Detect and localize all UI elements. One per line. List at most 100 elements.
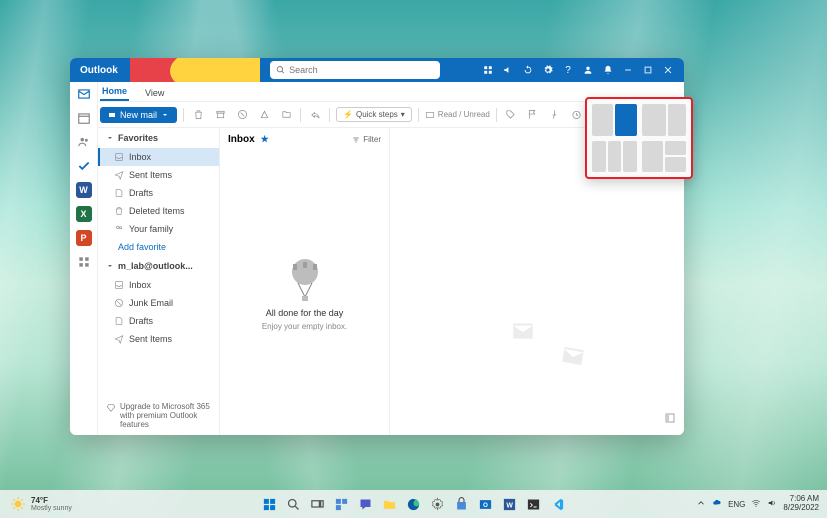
snap-layout-two-thirds[interactable] <box>642 104 687 136</box>
tab-view[interactable]: View <box>143 85 166 101</box>
todo-app-icon[interactable] <box>76 158 92 174</box>
snap-layout-three-columns[interactable] <box>592 141 637 173</box>
snap-layouts-flyout <box>585 97 693 179</box>
snap-layout-quarter[interactable] <box>642 141 687 173</box>
report-button[interactable] <box>234 107 250 123</box>
pin-button[interactable] <box>547 107 563 123</box>
search-box[interactable] <box>270 61 440 79</box>
mail-app-icon[interactable] <box>76 86 92 102</box>
reading-pane-settings-icon[interactable] <box>664 411 676 429</box>
folder-label: Inbox <box>129 280 151 290</box>
svg-text:O: O <box>483 502 488 509</box>
star-icon[interactable]: ★ <box>261 134 269 145</box>
account-folder-junk[interactable]: Junk Email <box>98 294 219 312</box>
file-explorer-icon[interactable] <box>380 494 400 514</box>
quick-steps-button[interactable]: ⚡ Quick steps ▾ <box>336 107 412 122</box>
task-view-icon[interactable] <box>308 494 328 514</box>
start-button[interactable] <box>260 494 280 514</box>
store-icon[interactable] <box>452 494 472 514</box>
folder-nav-pane: Favorites Inbox Sent Items Drafts Delete… <box>98 128 220 435</box>
folder-label: Drafts <box>129 316 153 326</box>
folder-inbox[interactable]: Inbox <box>98 148 219 166</box>
tray-wifi-icon[interactable] <box>751 498 761 510</box>
group-icon <box>114 224 124 234</box>
account-section-header[interactable]: m_lab@outlook... <box>98 256 219 276</box>
sun-icon <box>10 496 26 512</box>
settings-icon[interactable] <box>538 58 558 82</box>
upgrade-text: Upgrade to Microsoft 365 with premium Ou… <box>120 402 215 429</box>
tray-chevron-up-icon[interactable] <box>696 498 706 510</box>
word-app-icon[interactable]: W <box>76 182 92 198</box>
folder-label: Deleted Items <box>129 206 185 216</box>
delete-button[interactable] <box>190 107 206 123</box>
edge-icon[interactable] <box>404 494 424 514</box>
notifications-icon[interactable] <box>598 58 618 82</box>
archive-button[interactable] <box>212 107 228 123</box>
terminal-icon[interactable] <box>524 494 544 514</box>
folder-drafts[interactable]: Drafts <box>98 184 219 202</box>
filter-button[interactable]: Filter <box>352 135 381 144</box>
folder-your-family[interactable]: Your family <box>98 220 219 238</box>
tray-volume-icon[interactable] <box>767 498 777 510</box>
snooze-button[interactable] <box>569 107 585 123</box>
widgets-icon[interactable] <box>332 494 352 514</box>
account-label: m_lab@outlook... <box>118 261 193 271</box>
watermark-envelope-icon <box>558 341 588 371</box>
chat-icon[interactable] <box>356 494 376 514</box>
tray-onedrive-icon[interactable] <box>712 498 722 510</box>
inbox-icon <box>114 280 124 290</box>
help-icon[interactable]: ? <box>558 58 578 82</box>
account-folder-drafts[interactable]: Drafts <box>98 312 219 330</box>
tray-language[interactable]: ENG <box>728 500 745 509</box>
delete-icon <box>114 206 124 216</box>
folder-label: Drafts <box>129 188 153 198</box>
account-folder-inbox[interactable]: Inbox <box>98 276 219 294</box>
minimize-button[interactable] <box>618 58 638 82</box>
new-mail-button[interactable]: New mail <box>100 107 177 123</box>
outlook-taskbar-icon[interactable]: O <box>476 494 496 514</box>
envelope-icon <box>425 110 435 120</box>
powerpoint-app-icon[interactable]: P <box>76 230 92 246</box>
close-button[interactable] <box>658 58 678 82</box>
search-taskbar-icon[interactable] <box>284 494 304 514</box>
search-input[interactable] <box>289 65 434 75</box>
person-icon[interactable] <box>578 58 598 82</box>
tray-clock[interactable]: 7:06 AM 8/29/2022 <box>783 495 819 513</box>
tray-date: 8/29/2022 <box>783 504 819 513</box>
add-favorite-link[interactable]: Add favorite <box>98 238 219 256</box>
list-header: Inbox ★ Filter <box>220 128 389 151</box>
draft-icon <box>114 316 124 326</box>
move-button[interactable] <box>278 107 294 123</box>
windows-taskbar: 74°F Mostly sunny O W ENG 7:06 AM 8/29/2… <box>0 490 827 518</box>
vscode-icon[interactable] <box>548 494 568 514</box>
mail-icon <box>108 111 116 119</box>
folder-label: Your family <box>129 224 173 234</box>
sync-icon[interactable] <box>518 58 538 82</box>
people-app-icon[interactable] <box>76 134 92 150</box>
folder-sent-items[interactable]: Sent Items <box>98 166 219 184</box>
tab-home[interactable]: Home <box>100 83 129 101</box>
calendar-app-icon[interactable] <box>76 110 92 126</box>
grid-icon[interactable] <box>478 58 498 82</box>
megaphone-icon[interactable] <box>498 58 518 82</box>
account-folder-sent[interactable]: Sent Items <box>98 330 219 348</box>
snap-layout-half-half[interactable] <box>592 104 637 136</box>
reply-button[interactable] <box>307 107 323 123</box>
more-apps-icon[interactable] <box>76 254 92 270</box>
folder-label: Sent Items <box>129 170 172 180</box>
folder-deleted-items[interactable]: Deleted Items <box>98 202 219 220</box>
titlebar-actions: ? <box>478 58 678 82</box>
maximize-button[interactable] <box>638 58 658 82</box>
word-taskbar-icon[interactable]: W <box>500 494 520 514</box>
favorites-section-header[interactable]: Favorites <box>98 128 219 148</box>
upgrade-banner[interactable]: Upgrade to Microsoft 365 with premium Ou… <box>106 402 215 429</box>
folder-label: Inbox <box>129 152 151 162</box>
excel-app-icon[interactable]: X <box>76 206 92 222</box>
tag-button[interactable] <box>503 107 519 123</box>
read-unread-button[interactable]: Read / Unread <box>425 110 490 120</box>
settings-taskbar-icon[interactable] <box>428 494 448 514</box>
sweep-button[interactable] <box>256 107 272 123</box>
list-title: Inbox <box>228 134 255 145</box>
flag-button[interactable] <box>525 107 541 123</box>
weather-widget[interactable]: 74°F Mostly sunny <box>10 496 72 512</box>
